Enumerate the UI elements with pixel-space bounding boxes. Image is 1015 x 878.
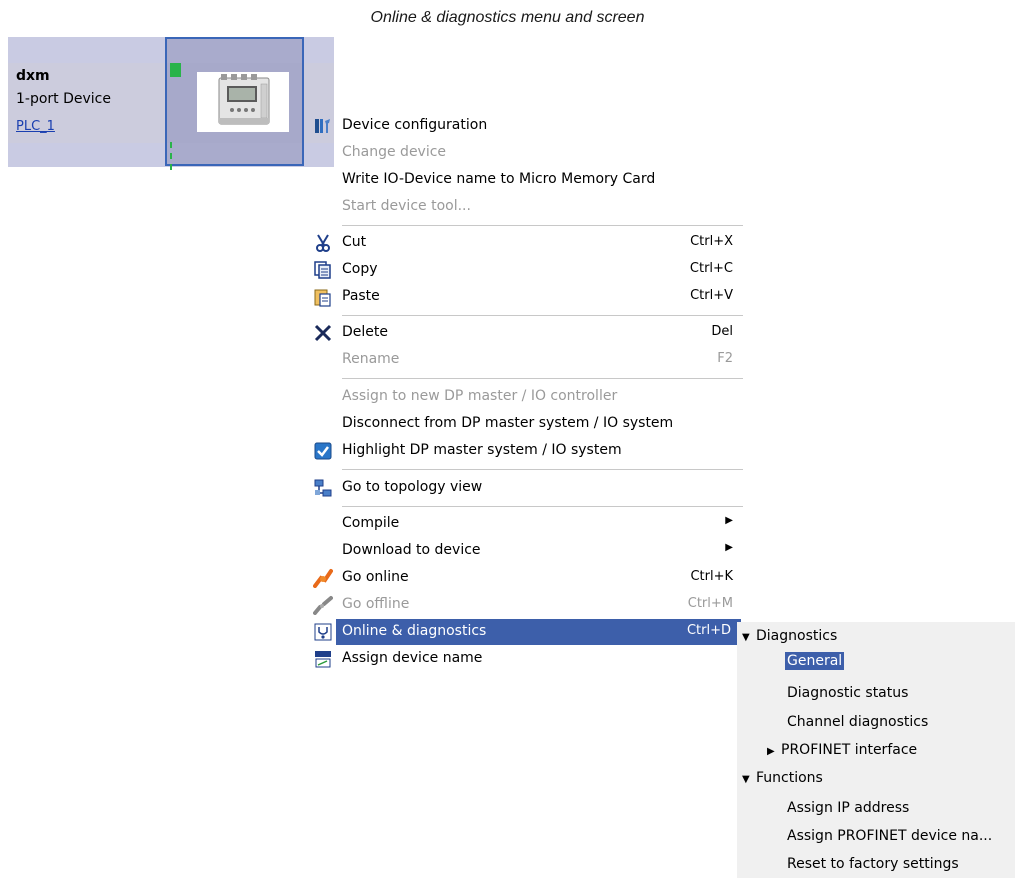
go-online-icon <box>313 568 333 588</box>
menu-separator <box>342 378 743 379</box>
collapsed-triangle-icon: ▶ <box>767 746 775 757</box>
menu-item-go-online[interactable]: Go online Ctrl+K <box>305 565 743 591</box>
diagnostics-submenu: ▼ Diagnostics General Diagnostic status C… <box>737 622 1015 878</box>
menu-item-start-device-tool[interactable]: Start device tool... <box>305 194 743 220</box>
topology-icon <box>313 478 333 498</box>
figure-caption: Online & diagnostics menu and screen <box>370 9 645 26</box>
device-image <box>197 72 289 132</box>
device-panel: dxm 1-port Device PLC_1 <box>8 37 334 170</box>
submenu-profinet-interface[interactable]: ▶ PROFINET interface <box>767 742 917 758</box>
menu-item-cut[interactable]: Cut Ctrl+X <box>305 230 743 256</box>
menu-separator <box>342 506 743 507</box>
menu-item-online-diagnostics[interactable]: Online & diagnostics Ctrl+D <box>314 619 741 645</box>
expanded-triangle-icon: ▼ <box>742 632 750 643</box>
menu-item-disconnect-dp-master[interactable]: Disconnect from DP master system / IO sy… <box>305 411 743 437</box>
submenu-functions-group[interactable]: ▼ Functions <box>742 770 823 786</box>
submenu-diagnostic-status[interactable]: Diagnostic status <box>787 685 908 701</box>
menu-item-go-topology[interactable]: Go to topology view <box>305 475 743 501</box>
menu-item-go-offline[interactable]: Go offline Ctrl+M <box>305 592 743 618</box>
menu-item-assign-device-name[interactable]: Assign device name <box>305 646 743 672</box>
menu-item-change-device[interactable]: Change device <box>305 140 743 166</box>
submenu-reset-factory[interactable]: Reset to factory settings <box>787 856 959 872</box>
menu-item-download[interactable]: Download to device ▶ <box>305 538 743 564</box>
menu-separator <box>342 315 743 316</box>
context-menu: Device configuration Change device Write… <box>305 110 743 678</box>
port-link-icon <box>170 142 178 170</box>
submenu-diagnostics-group[interactable]: ▼ Diagnostics <box>742 628 837 644</box>
expanded-triangle-icon: ▼ <box>742 774 750 785</box>
menu-separator <box>342 225 743 226</box>
wrench-icon <box>313 116 333 136</box>
menu-item-highlight-dp-master[interactable]: Highlight DP master system / IO system <box>305 438 743 464</box>
menu-item-rename[interactable]: Rename F2 <box>305 347 743 373</box>
paste-icon <box>313 287 333 307</box>
assign-name-icon <box>313 649 333 669</box>
device-type: 1-port Device <box>16 91 111 107</box>
menu-item-compile[interactable]: Compile ▶ <box>305 511 743 537</box>
device-name: dxm <box>16 68 50 84</box>
scissors-icon <box>313 233 333 253</box>
menu-item-delete[interactable]: Delete Del <box>305 320 743 346</box>
submenu-arrow-icon: ▶ <box>725 515 733 526</box>
submenu-channel-diagnostics[interactable]: Channel diagnostics <box>787 714 928 730</box>
menu-item-paste[interactable]: Paste Ctrl+V <box>305 284 743 310</box>
port-connector-icon[interactable] <box>170 63 181 77</box>
plc-link[interactable]: PLC_1 <box>16 119 55 134</box>
menu-item-device-configuration[interactable]: Device configuration <box>305 113 743 139</box>
menu-item-write-io-device-name[interactable]: Write IO-Device name to Micro Memory Car… <box>305 167 743 193</box>
submenu-general[interactable]: General <box>785 652 845 670</box>
menu-separator <box>342 469 743 470</box>
device-selection-box[interactable] <box>165 37 304 170</box>
menu-item-copy[interactable]: Copy Ctrl+C <box>305 257 743 283</box>
go-offline-icon <box>313 595 333 615</box>
submenu-assign-ip[interactable]: Assign IP address <box>787 800 909 816</box>
submenu-arrow-icon: ▶ <box>725 542 733 553</box>
delete-x-icon <box>313 323 333 343</box>
stethoscope-icon <box>313 622 333 642</box>
menu-item-assign-dp-master[interactable]: Assign to new DP master / IO controller <box>305 384 743 410</box>
copy-icon <box>313 260 333 280</box>
submenu-assign-profinet-name[interactable]: Assign PROFINET device na... <box>787 828 992 844</box>
checkbox-checked-icon <box>313 441 333 461</box>
